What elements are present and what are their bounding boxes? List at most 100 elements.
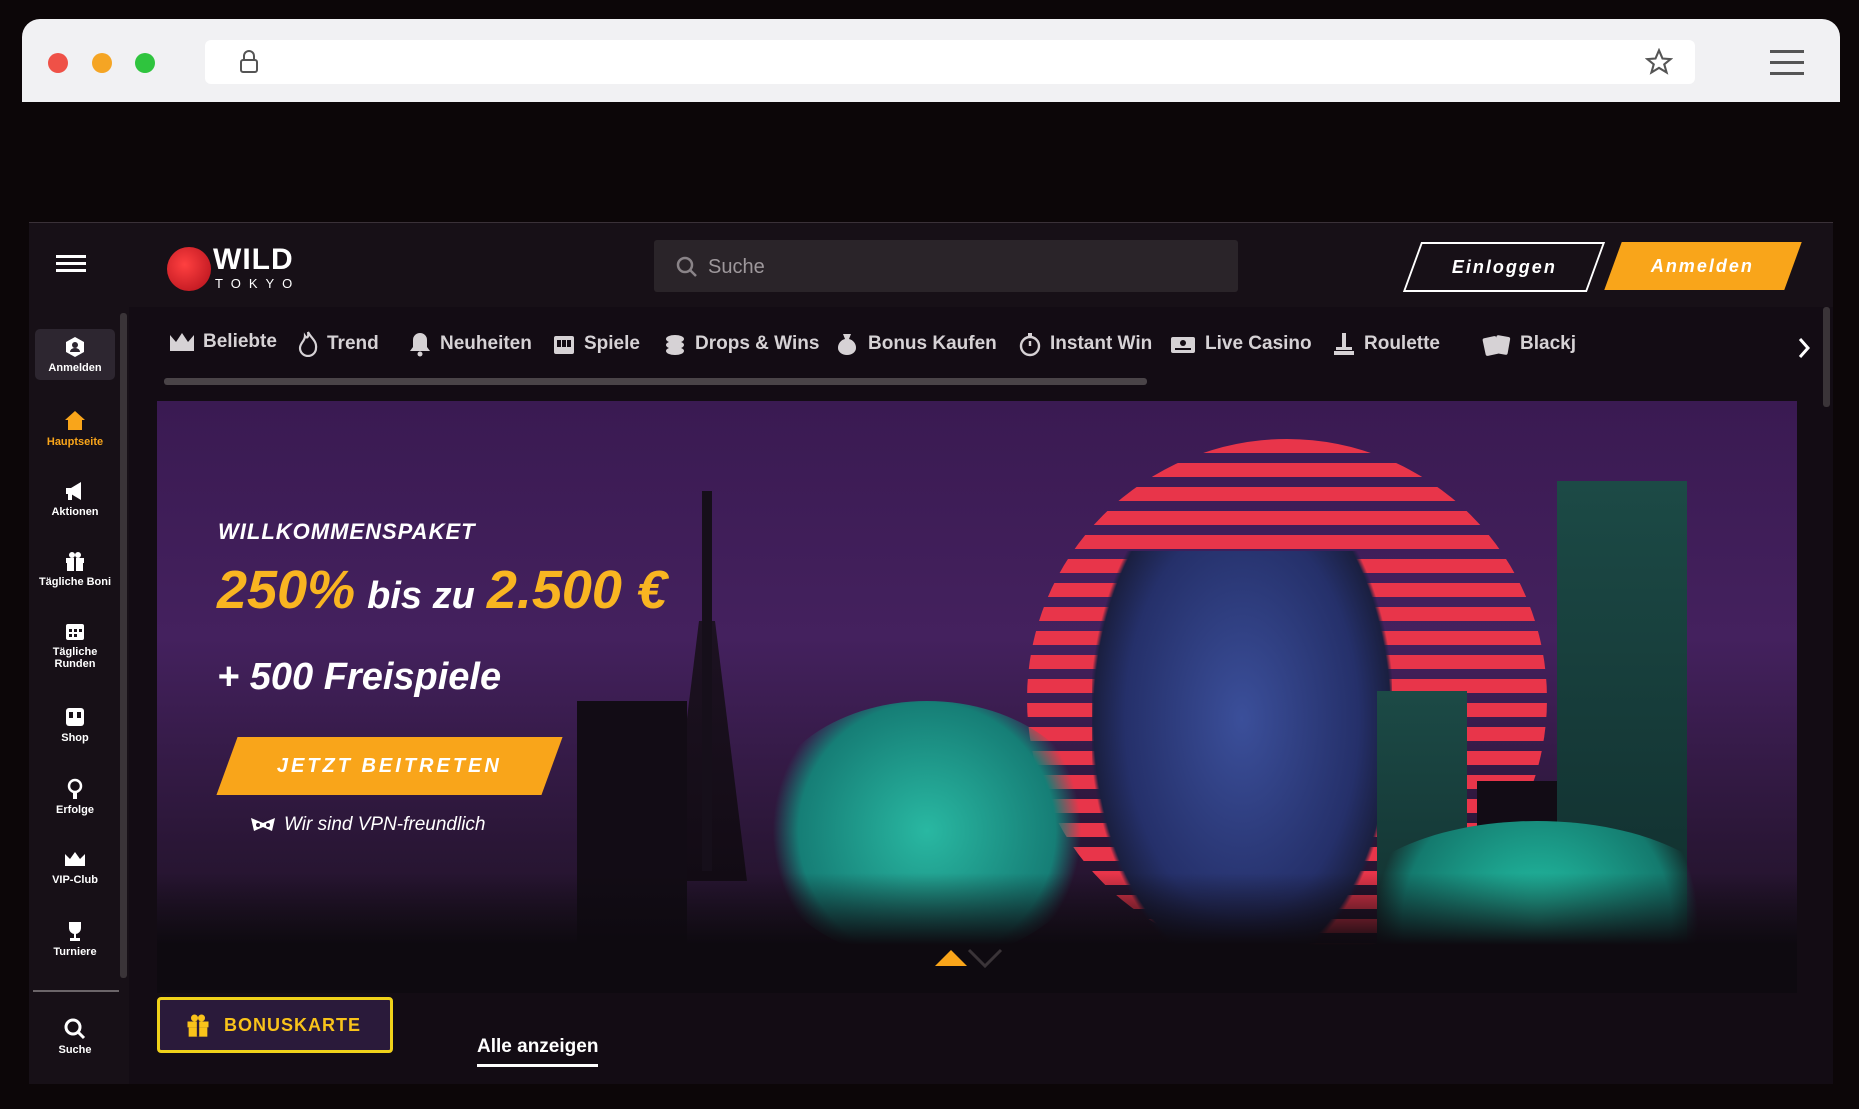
vpn-note-label: Wir sind VPN-freundlich [284,814,486,835]
sidebar-item-label: Shop [61,732,89,744]
category-label: Neuheiten [440,333,532,354]
gift-icon [187,1014,209,1037]
bonus-card-label: BONUSKARTE [224,1014,362,1035]
login-button-label: Einloggen [1451,256,1557,277]
sidebar-item-shop[interactable]: Shop [35,705,115,744]
register-button[interactable]: Anmelden [1604,242,1802,290]
join-now-label: JETZT BEITRETEN [276,754,502,777]
chevron-right-icon[interactable] [1797,337,1811,359]
category-label: Beliebte [203,331,277,352]
join-now-button[interactable]: JETZT BEITRETEN [216,737,563,795]
mask-icon [251,818,275,831]
search-icon [64,1018,86,1040]
category-label: Roulette [1364,333,1440,354]
category-bonus-buy[interactable]: Bonus Kaufen [834,331,997,357]
sidebar-item-label: Hauptseite [46,436,104,448]
maximize-window-button[interactable] [135,53,155,73]
hero-amount: 2.500 € [486,560,667,620]
hero-banner[interactable]: WILLKOMMENSPAKET 250% bis zu 2.500 € + 500… [157,401,1797,993]
view-all-link[interactable]: Alle anzeigen [477,1036,599,1067]
browser-menu-icon[interactable] [1770,50,1804,76]
search-bar[interactable] [654,240,1238,294]
category-roulette[interactable]: Roulette [1332,331,1440,357]
hero-percent: 250% [217,560,356,620]
sidebar-item-daily-rounds[interactable]: Tägliche Runden [35,619,115,670]
sidebar-item-search[interactable]: Suche [35,1017,115,1056]
sidebar-item-label: Tägliche Runden [52,646,98,670]
slot-machine-icon [554,336,574,354]
stopwatch-icon [1019,333,1041,357]
sidebar-item-label: Erfolge [56,804,94,816]
vpn-note: Wir sind VPN-freundlich [250,814,486,836]
category-label: Live Casino [1205,333,1312,354]
browser-chrome [22,19,1840,102]
logo-wordmark: WILD [213,243,294,276]
category-live-casino[interactable]: Live Casino [1169,331,1312,357]
hero-city-silhouette [157,873,1797,993]
casino-app: WILD TOKYO Einloggen Anmelden Anmelden [29,222,1833,1084]
close-window-button[interactable] [48,53,68,73]
sidebar-item-label: VIP-Club [52,874,98,886]
category-label: Trend [327,333,379,354]
category-label: Blackj [1520,333,1576,354]
address-bar[interactable] [205,40,1695,84]
bookmark-star-icon[interactable] [1645,48,1673,76]
sidebar-item-daily-bonus[interactable]: Tägliche Boni [35,549,115,588]
sidebar-divider [33,990,119,992]
sidebar-item-achievements[interactable]: Erfolge [35,777,115,816]
sidebar: Anmelden Hauptseite Aktionen Tägliche Bo… [29,307,129,1084]
category-label: Instant Win [1050,333,1153,354]
money-bag-icon [837,334,857,355]
sidebar-item-promotions[interactable]: Aktionen [35,479,115,518]
search-input[interactable] [706,240,1210,294]
crown-icon [65,852,85,866]
gift-icon [66,552,84,571]
category-games[interactable]: Spiele [552,331,640,357]
trophy-icon [69,922,81,941]
calendar-icon [66,624,84,640]
category-label: Bonus Kaufen [868,333,997,354]
menu-toggle-icon[interactable] [56,253,86,275]
sidebar-item-register[interactable]: Anmelden [35,329,115,380]
logo-sun-icon [167,247,211,291]
sidebar-item-tournaments[interactable]: Turniere [35,919,115,958]
category-new[interactable]: Neuheiten [408,331,532,357]
shop-icon [66,708,84,726]
login-button[interactable]: Einloggen [1402,242,1606,292]
category-instant-win[interactable]: Instant Win [1018,331,1152,357]
sidebar-item-vip-club[interactable]: VIP-Club [35,847,115,886]
carousel-indicator-icon[interactable] [933,946,1003,970]
hero-tower-spire [702,491,712,871]
megaphone-icon [66,482,81,500]
minimize-window-button[interactable] [92,53,112,73]
category-blackjack[interactable]: Blackj [1482,331,1576,357]
category-trend[interactable]: Trend [297,331,379,357]
category-scrollbar[interactable] [164,378,1147,385]
sidebar-item-label: Tägliche Boni [38,576,112,588]
sidebar-item-home[interactable]: Hauptseite [35,409,115,448]
site-logo[interactable]: WILD TOKYO [167,241,307,291]
sidebar-scrollbar[interactable] [120,313,127,978]
sidebar-item-label: Suche [58,1044,92,1056]
crown-icon [170,333,194,351]
hero-freespins: + 500 Freispiele [217,656,502,698]
sidebar-item-label: Aktionen [51,506,99,518]
category-drops-wins[interactable]: Drops & Wins [663,331,819,357]
bonus-card-button[interactable]: BONUSKARTE [157,997,393,1053]
medal-icon [67,778,83,799]
category-popular[interactable]: Beliebte [169,331,277,353]
lock-icon [240,50,258,73]
register-button-label: Anmelden [1651,255,1755,276]
sidebar-item-label: Turniere [53,946,97,958]
page-scrollbar[interactable] [1823,307,1830,407]
bell-icon [410,333,430,357]
user-plus-icon [66,337,84,357]
sidebar-item-label: Anmelden [48,362,102,374]
cards-icon [1482,335,1511,356]
top-bar: WILD TOKYO Einloggen Anmelden [29,223,1833,307]
flame-icon [298,331,318,357]
category-label: Drops & Wins [695,333,820,354]
home-icon [65,411,85,430]
roulette-icon [1334,333,1354,355]
live-dealer-icon [1171,337,1195,353]
